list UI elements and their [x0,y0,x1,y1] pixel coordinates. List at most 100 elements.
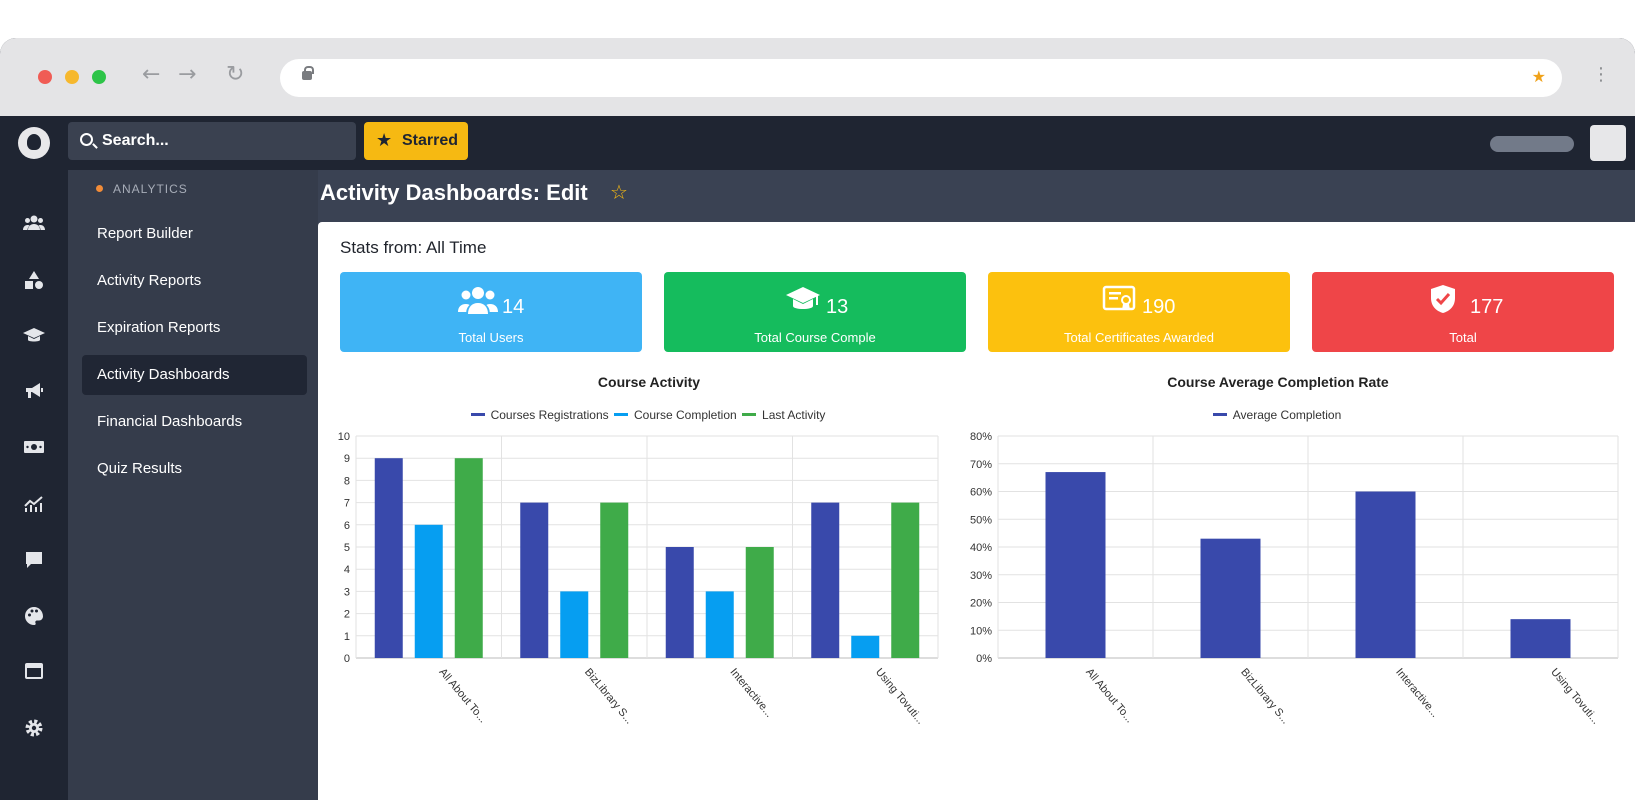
graduation-cap-icon[interactable] [22,326,46,350]
stat-card-certificates[interactable]: 190 Total Certificates Awarded [988,272,1290,352]
chart-title-course-activity: Course Activity [597,374,701,390]
close-window-dot[interactable] [38,70,52,84]
y-tick-label: 10% [970,625,992,637]
bar [454,458,483,658]
y-tick-label: 70% [970,459,992,471]
x-tick-label: Using Tovuti... [873,666,926,726]
bar [891,502,920,658]
graduation-cap-icon [786,284,820,321]
stat-label: Total Certificates Awarded [1063,330,1215,345]
stat-value: 13 [826,296,849,318]
y-tick-label: 5 [344,542,350,554]
search-input[interactable]: Search... [68,122,356,160]
sidebar-item-activity-dashboards[interactable]: Activity Dashboards [82,355,307,395]
bookmark-star-icon[interactable]: ★ [1532,67,1546,86]
bar [520,502,549,658]
bar [851,635,880,658]
page-title: Activity Dashboards: Edit [320,180,588,205]
stat-value: 190 [1142,296,1176,318]
bar [600,502,629,658]
sidebar-item-quiz-results[interactable]: Quiz Results [82,449,307,489]
course-activity-chart: 0 1 2 3 4 5 6 7 8 9 10 All About To... BizLibrary S.… [338,431,939,727]
legend-item[interactable]: Average Completion [1212,408,1341,422]
stat-card-course-completions[interactable]: 13 Total Course Comple [664,272,966,352]
chart-legend-course-activity: Courses Registrations Course Completion … [340,408,958,422]
x-tick-label: BizLibrary S... [582,666,635,726]
y-tick-label: 3 [344,586,350,598]
main-content: Activity Dashboards: Edit ☆ Stats from: … [318,170,1635,800]
x-tick-label: Using Tovuti... [1548,666,1601,726]
app-logo-icon[interactable] [18,127,50,159]
browser-menu-icon[interactable]: ⋮ [1592,64,1610,85]
bar [1355,491,1416,658]
y-tick-label: 60% [970,487,992,499]
back-arrow-icon[interactable]: ← [142,62,160,87]
y-tick-label: 8 [344,475,350,487]
sidebar-item-financial-dashboards[interactable]: Financial Dashboards [82,402,307,442]
bar [560,591,589,658]
bar [374,458,403,658]
bar [665,547,694,658]
stats-period-label: Stats from: All Time [340,238,487,257]
user-name-placeholder[interactable] [1490,136,1574,152]
star-icon: ★ [376,130,393,151]
legend-swatch [470,413,485,416]
avatar[interactable] [1590,125,1626,161]
chat-icon[interactable] [22,550,46,574]
certificate-icon [1102,284,1136,321]
completion-rate-chart: 0% 10% 20% 30% 40% 50% 60% 70% 80% All About To..… [970,431,1619,727]
app-topbar: Search... ★ Starred [0,116,1635,170]
y-tick-label: 0% [976,653,992,665]
y-tick-label: 80% [970,431,992,443]
y-tick-label: 1 [344,631,350,643]
minimize-window-dot[interactable] [65,70,79,84]
bar [1045,472,1106,658]
y-tick-label: 20% [970,598,992,610]
lock-icon [302,66,314,80]
y-tick-label: 0 [344,653,350,665]
y-tick-label: 9 [344,453,350,465]
bar [745,547,774,658]
stat-card-total-users[interactable]: 14 Total Users [340,272,642,352]
line-chart-icon[interactable] [22,494,46,518]
bar [811,502,840,658]
y-tick-label: 7 [344,498,350,510]
x-tick-label: Interactive... [1393,666,1441,720]
address-bar[interactable]: ★ [280,59,1562,97]
y-tick-label: 6 [344,520,350,532]
users-icon[interactable] [22,214,46,238]
palette-icon[interactable] [22,606,46,630]
bar [1510,619,1571,658]
bar [1200,538,1261,658]
megaphone-icon[interactable] [22,382,46,406]
users-icon [458,284,498,325]
legend-item[interactable]: Last Activity [742,408,825,422]
y-tick-label: 40% [970,542,992,554]
y-tick-label: 2 [344,609,350,621]
sidebar-item-report-builder[interactable]: Report Builder [82,214,307,254]
dashboard-panel: Stats from: All Time 14 Total Users 13 T… [318,222,1635,800]
reload-icon[interactable]: ↻ [226,62,244,87]
favorite-star-icon[interactable]: ☆ [610,180,628,204]
forward-arrow-icon[interactable]: → [178,62,196,87]
window-icon[interactable] [22,662,46,686]
starred-button[interactable]: ★ Starred [364,122,468,160]
shapes-icon[interactable] [22,270,46,294]
legend-item[interactable]: Course Completion [613,408,737,422]
starred-label: Starred [402,132,459,149]
stat-card-total[interactable]: 177 Total [1312,272,1614,352]
stat-label: Total [1449,330,1477,345]
bar [705,591,734,658]
sidebar-item-expiration-reports[interactable]: Expiration Reports [82,308,307,348]
y-tick-label: 4 [344,564,350,576]
money-icon[interactable] [22,438,46,462]
browser-window: ← → ↻ ★ ⋮ Search... ★ Starred ANALYTICS … [0,38,1635,800]
chart-legend-completion-rate: Average Completion [968,408,1588,422]
sidebar-item-activity-reports[interactable]: Activity Reports [82,261,307,301]
stat-label: Total Users [458,330,524,345]
legend-swatch [613,413,628,416]
gear-icon[interactable] [22,718,46,742]
bar [414,524,443,658]
legend-item[interactable]: Courses Registrations [470,408,609,422]
maximize-window-dot[interactable] [92,70,106,84]
